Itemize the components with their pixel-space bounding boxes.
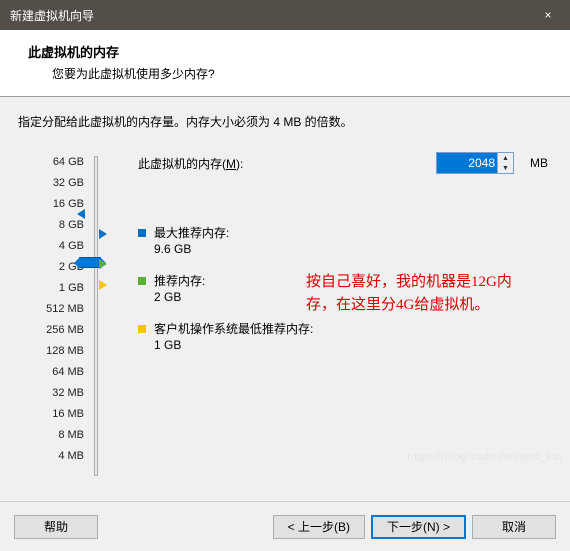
min-row: 客户机操作系统最低推荐内存: [138,320,552,337]
spin-down-icon[interactable]: ▼ [498,163,513,173]
spin-up-icon[interactable]: ▲ [498,153,513,163]
slider-ticks: 64 GB 32 GB 16 GB 8 GB 4 GB 2 GB 1 GB 51… [18,152,88,467]
max-rec-label: 最大推荐内存: [154,224,229,241]
rec-label: 推荐内存: [154,272,205,289]
slider-thumb[interactable] [79,257,101,268]
next-button[interactable]: 下一步(N) > [371,515,466,539]
page-subtitle: 您要为此虚拟机使用多少内存? [52,65,552,82]
max-rec-row: 最大推荐内存: [138,224,552,241]
tick-label: 64 GB [18,152,84,173]
tick-label: 8 MB [18,425,84,446]
min-label: 客户机操作系统最低推荐内存: [154,320,313,337]
tick-label: 4 MB [18,446,84,467]
content: 指定分配给此虚拟机的内存量。内存大小必须为 4 MB 的倍数。 64 GB 32… [0,97,570,517]
tick-label: 16 GB [18,194,84,215]
max-marker-right-icon [99,229,107,239]
spin-buttons: ▲ ▼ [497,153,513,173]
blue-square-icon [138,229,146,237]
annotation-text: 按自己喜好，我的机器是12G内存，在这里分4G给虚拟机。 [306,271,538,316]
cancel-button[interactable]: 取消 [472,515,556,539]
titlebar: 新建虚拟机向导 × [0,0,570,30]
tick-label: 8 GB [18,215,84,236]
min-value: 1 GB [154,338,552,352]
tick-label: 4 GB [18,236,84,257]
tick-label: 64 MB [18,362,84,383]
help-button[interactable]: 帮助 [14,515,98,539]
watermark: https://blog.csdn.net/and_kai [407,451,562,463]
tick-label: 32 GB [18,173,84,194]
window-title: 新建虚拟机向导 [10,7,94,24]
memory-input[interactable] [437,153,497,173]
tick-label: 32 MB [18,383,84,404]
memory-unit: MB [530,156,548,170]
green-square-icon [138,277,146,285]
back-button[interactable]: < 上一步(B) [273,515,365,539]
tick-label: 128 MB [18,341,84,362]
close-button[interactable]: × [526,0,570,30]
memory-label: 此虚拟机的内存(M): [138,155,243,172]
footer: 帮助 < 上一步(B) 下一步(N) > 取消 [0,501,570,551]
memory-spinner[interactable]: ▲ ▼ [436,152,514,174]
page-title: 此虚拟机的内存 [28,42,552,61]
tick-label: 16 MB [18,404,84,425]
slider-track [94,156,98,476]
tick-label: 1 GB [18,278,84,299]
header: 此虚拟机的内存 您要为此虚拟机使用多少内存? [0,30,570,97]
description: 指定分配给此虚拟机的内存量。内存大小必须为 4 MB 的倍数。 [18,113,552,130]
yellow-square-icon [138,325,146,333]
memory-input-row: 此虚拟机的内存(M): ▲ ▼ MB [138,152,552,174]
close-icon: × [544,8,551,22]
rec-marker-icon [99,259,107,269]
tick-label: 512 MB [18,299,84,320]
memory-slider[interactable] [88,152,116,467]
max-rec-value: 9.6 GB [154,242,552,256]
max-marker-icon [77,209,85,219]
min-marker-icon [99,280,107,290]
tick-label: 256 MB [18,320,84,341]
